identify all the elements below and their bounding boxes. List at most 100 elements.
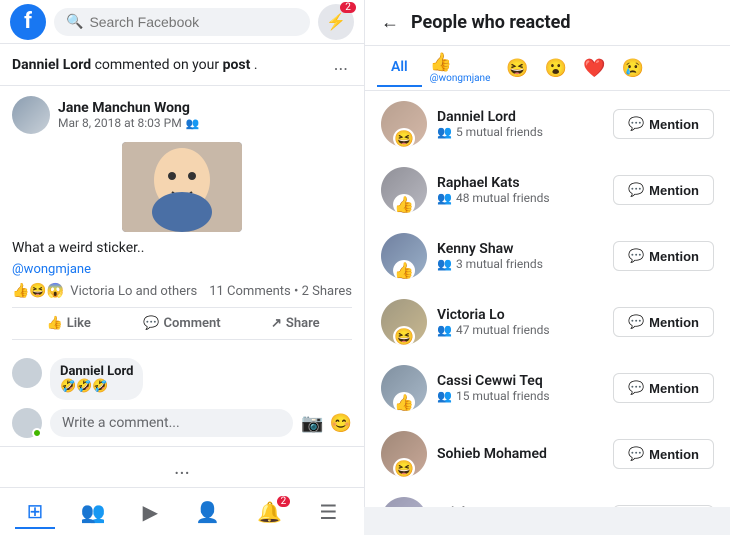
person-avatar: 😆 — [381, 431, 427, 477]
notification-target: post — [223, 57, 251, 73]
mutual-friends-icon: 👥 — [437, 191, 452, 205]
person-mutual: 👥 5 mutual friends — [437, 125, 603, 139]
comment-input[interactable]: Write a comment... — [50, 409, 293, 437]
person-name: Victoria Lo — [437, 307, 603, 323]
notification-text: Danniel Lord commented on your post . — [12, 57, 258, 73]
like-button[interactable]: 👍 Like — [12, 310, 125, 337]
wongmjane-label: @wongmjane — [430, 73, 491, 84]
emoji-icon[interactable]: 😊 — [330, 413, 352, 434]
back-button[interactable]: ← — [381, 12, 399, 33]
nav-watch[interactable]: ▶ — [131, 496, 170, 528]
camera-icon[interactable]: 📷 — [301, 413, 323, 434]
like-icon: 👍 — [47, 316, 63, 331]
comment-button[interactable]: 💬 Comment — [125, 310, 238, 337]
person-mutual: 👥 15 mutual friends — [437, 389, 603, 403]
mention-btn-icon: 💬 — [628, 380, 644, 396]
messenger-button[interactable]: ⚡ 2 — [318, 4, 354, 40]
person-info: Danniel Lord 👥 5 mutual friends — [437, 109, 603, 139]
list-item: 👍 Cassi Cewwi Teq 👥 15 mutual friends 💬 … — [365, 355, 730, 421]
right-panel: ← People who reacted All 👍 @wongmjane 😆 … — [365, 0, 730, 507]
nav-menu[interactable]: ☰ — [307, 496, 349, 528]
person-name: Sohieb Mohamed — [437, 446, 603, 462]
comment-icon: 💬 — [143, 316, 159, 331]
action-buttons: 👍 Like 💬 Comment ↗ Share — [12, 307, 352, 340]
notification-action: commented on your — [95, 57, 223, 73]
notification-user: Danniel Lord — [12, 57, 91, 73]
top-bar: f 🔍 ⚡ 2 — [0, 0, 364, 44]
person-avatar: 👍 — [381, 167, 427, 213]
online-indicator — [32, 428, 42, 438]
mutual-friends-icon: 👥 — [437, 323, 452, 337]
reaction-count: 11 Comments • 2 Shares — [209, 284, 352, 299]
list-item: 👍 Raphael Kats 👥 48 mutual friends 💬 Men… — [365, 157, 730, 223]
comment-item: Danniel Lord 🤣🤣🤣 — [12, 358, 352, 400]
tab-wow[interactable]: 😮 — [537, 52, 575, 85]
notification-more-button[interactable]: ... — [330, 54, 352, 75]
nav-home[interactable]: ⊞ — [15, 495, 56, 529]
search-input[interactable] — [89, 14, 298, 30]
mention-button[interactable]: 💬 Mention — [613, 241, 714, 271]
notification-bar: Danniel Lord commented on your post . ..… — [0, 44, 364, 86]
mention-btn-icon: 💬 — [628, 446, 644, 462]
right-panel-title: People who reacted — [411, 12, 571, 33]
comment-text: 🤣🤣🤣 — [60, 379, 133, 394]
nav-friends[interactable]: 👥 — [69, 496, 118, 528]
mention-btn-icon: 💬 — [628, 116, 644, 132]
tab-love[interactable]: ❤️ — [575, 52, 613, 85]
left-panel: f 🔍 ⚡ 2 Danniel Lord commented on your p… — [0, 0, 365, 507]
commenter-avatar — [12, 358, 42, 388]
mutual-friends-icon: 👥 — [437, 125, 452, 139]
tab-all[interactable]: All — [377, 49, 422, 87]
comment-section: Danniel Lord 🤣🤣🤣 Write a comment... 📷 😊 — [0, 350, 364, 446]
comment-input-row: Write a comment... 📷 😊 — [12, 408, 352, 438]
tab-haha[interactable]: 😆 — [498, 52, 536, 85]
person-info: Sohieb Mohamed — [437, 446, 603, 462]
reaction-emoji: 😆 — [393, 128, 415, 147]
post-meta: Jane Manchun Wong Mar 8, 2018 at 8:03 PM… — [58, 100, 199, 130]
mention-btn-icon: 💬 — [628, 314, 644, 330]
mutual-friends-icon: 👥 — [437, 389, 452, 403]
share-button[interactable]: ↗ Share — [239, 310, 352, 337]
like-emoji: 👍 — [430, 52, 452, 73]
sad-emoji: 😢 — [622, 58, 644, 79]
tab-sad[interactable]: 😢 — [614, 52, 652, 85]
facebook-logo: f — [10, 4, 46, 40]
mention-btn-icon: 💬 — [628, 182, 644, 198]
poster-name: Jane Manchun Wong — [58, 100, 199, 116]
mention-button[interactable]: 💬 Mention — [613, 373, 714, 403]
people-list: 😆 Danniel Lord 👥 5 mutual friends 💬 Ment… — [365, 91, 730, 507]
mention-button[interactable]: 💬 Mention — [613, 307, 714, 337]
person-avatar: 👍 — [381, 365, 427, 411]
reaction-tabs: All 👍 @wongmjane 😆 😮 ❤️ 😢 — [365, 46, 730, 91]
notification-badge: 2 — [277, 496, 291, 507]
search-bar[interactable]: 🔍 — [54, 8, 310, 36]
post-image-svg — [122, 142, 242, 232]
nav-notifications[interactable]: 🔔 2 — [245, 496, 294, 528]
post-text: What a weird sticker.. — [12, 240, 352, 256]
friends-nav-icon: 👥 — [81, 500, 106, 524]
post-card: Jane Manchun Wong Mar 8, 2018 at 8:03 PM… — [0, 86, 364, 350]
reaction-icons: 👍😆😱 Victoria Lo and others — [12, 283, 197, 299]
mention-button[interactable]: 💬 Mention — [613, 439, 714, 469]
list-item: 👍 Kenny Shaw 👥 3 mutual friends 💬 Mentio… — [365, 223, 730, 289]
reaction-emoji: 👍 — [393, 260, 415, 279]
nav-profile[interactable]: 👤 — [183, 496, 232, 528]
mention-button[interactable]: 💬 Mention — [613, 109, 714, 139]
wow-emoji: 😮 — [545, 58, 567, 79]
haha-emoji: 😆 — [506, 58, 528, 79]
more-options[interactable]: ... — [0, 446, 364, 487]
share-icon: ↗ — [271, 316, 282, 331]
post-time: Mar 8, 2018 at 8:03 PM 👥 — [58, 116, 199, 130]
person-name: Danniel Lord — [437, 109, 603, 125]
mention-button[interactable]: 💬 Mention — [613, 175, 714, 205]
messenger-badge: 2 — [340, 2, 356, 13]
post-header: Jane Manchun Wong Mar 8, 2018 at 8:03 PM… — [12, 96, 352, 134]
likers-text: Victoria Lo and others — [70, 284, 197, 299]
current-user-avatar — [12, 408, 42, 438]
mention-text: @wongmjane — [12, 262, 352, 277]
post-image — [122, 142, 242, 232]
tab-like[interactable]: 👍 @wongmjane — [422, 46, 499, 90]
right-header: ← People who reacted — [365, 0, 730, 46]
person-name: Cassi Cewwi Teq — [437, 373, 603, 389]
messenger-icon: ⚡ — [326, 12, 346, 31]
